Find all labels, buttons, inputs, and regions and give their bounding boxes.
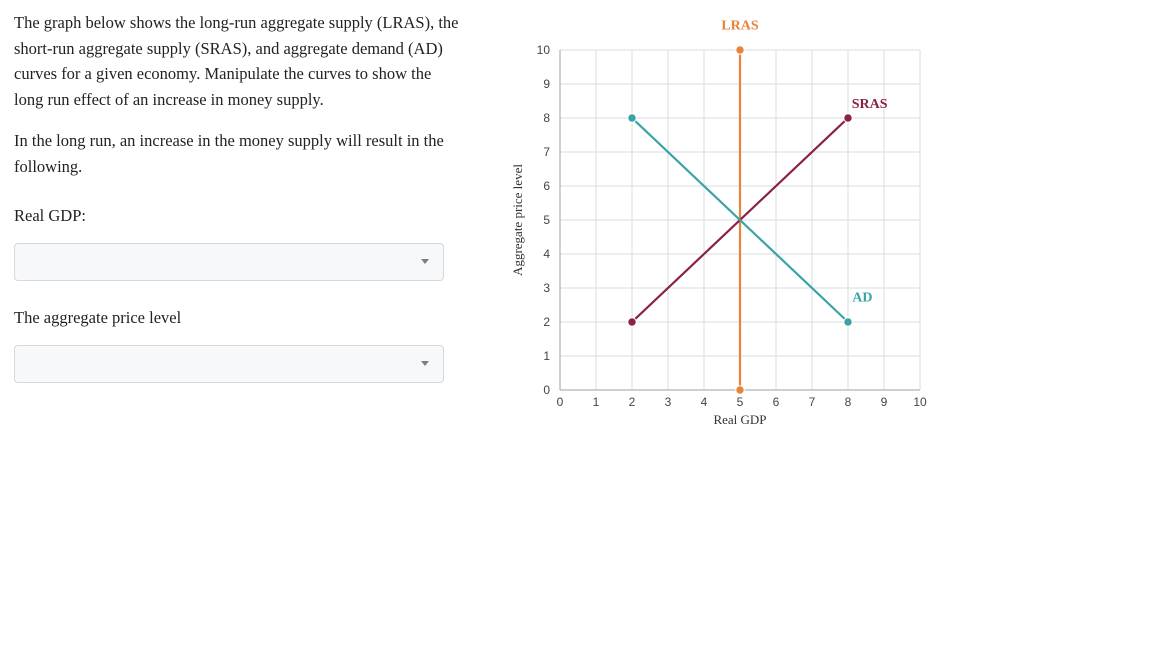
y-axis-label: Aggregate price level bbox=[510, 164, 525, 276]
series-lras-endpoint[interactable] bbox=[736, 46, 744, 54]
x-tick-label: 3 bbox=[665, 395, 672, 409]
question-paragraph-1: The graph below shows the long-run aggre… bbox=[14, 10, 460, 112]
y-tick-label: 6 bbox=[543, 179, 550, 193]
series-ad-endpoint[interactable] bbox=[628, 114, 636, 122]
y-tick-label: 3 bbox=[543, 281, 550, 295]
y-tick-label: 7 bbox=[543, 145, 550, 159]
y-tick-label: 9 bbox=[543, 77, 550, 91]
chart-container[interactable]: 0 1 2 3 4 5 6 7 8 9 10 0 1 2 3 4 5 6 7 8 9 10 Real GDP Aggregat… bbox=[500, 20, 960, 445]
dropdown-price-level[interactable] bbox=[14, 345, 444, 383]
y-tick-label: 8 bbox=[543, 111, 550, 125]
y-tick-label: 4 bbox=[543, 247, 550, 261]
series-ad-endpoint[interactable] bbox=[844, 318, 852, 326]
question-paragraph-2: In the long run, an increase in the mone… bbox=[14, 128, 460, 179]
x-tick-label: 6 bbox=[773, 395, 780, 409]
x-tick-label: 9 bbox=[881, 395, 888, 409]
series-label-lras: LRAS bbox=[721, 20, 759, 34]
y-tick-label: 10 bbox=[537, 43, 551, 57]
y-tick-label: 2 bbox=[543, 315, 550, 329]
x-tick-label: 2 bbox=[629, 395, 636, 409]
dropdown-real-gdp[interactable] bbox=[14, 243, 444, 281]
x-tick-label: 1 bbox=[593, 395, 600, 409]
chevron-down-icon bbox=[421, 259, 429, 264]
x-tick-label: 8 bbox=[845, 395, 852, 409]
x-tick-label: 7 bbox=[809, 395, 816, 409]
series-sras-endpoint[interactable] bbox=[628, 318, 636, 326]
x-axis-label: Real GDP bbox=[713, 412, 766, 427]
series-label-ad: AD bbox=[852, 291, 872, 306]
series-label-sras: SRAS bbox=[852, 97, 888, 112]
x-tick-label: 10 bbox=[913, 395, 927, 409]
x-tick-label: 5 bbox=[737, 395, 744, 409]
chevron-down-icon bbox=[421, 361, 429, 366]
series-sras-endpoint[interactable] bbox=[844, 114, 852, 122]
x-tick-label: 0 bbox=[557, 395, 564, 409]
series-lras-endpoint[interactable] bbox=[736, 386, 744, 394]
label-price-level: The aggregate price level bbox=[14, 305, 460, 331]
question-panel: The graph below shows the long-run aggre… bbox=[0, 0, 480, 648]
label-real-gdp: Real GDP: bbox=[14, 203, 460, 229]
y-tick-label: 5 bbox=[543, 213, 550, 227]
y-tick-label: 0 bbox=[543, 383, 550, 397]
x-tick-label: 4 bbox=[701, 395, 708, 409]
y-tick-label: 1 bbox=[543, 349, 550, 363]
economics-chart[interactable]: 0 1 2 3 4 5 6 7 8 9 10 0 1 2 3 4 5 6 7 8 9 10 Real GDP Aggregat… bbox=[500, 20, 960, 440]
